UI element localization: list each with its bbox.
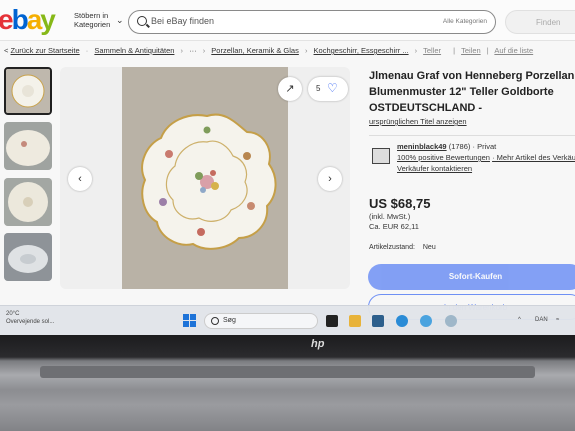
chevron-left-icon: ‹ bbox=[78, 173, 82, 185]
ebay-header: ebay Stöbern in Kategorien ⌄ Bei eBay fi… bbox=[0, 0, 575, 41]
wifi-icon[interactable]: ≈ bbox=[556, 317, 559, 323]
breadcrumb-item[interactable]: Sammeln & Antiquitäten bbox=[94, 46, 174, 55]
browse-categories-line2: Kategorien bbox=[74, 20, 111, 29]
plate-thumbnail-image bbox=[4, 233, 52, 281]
listing-title-line1: Jlmenau Graf von Henneberg Porzellan bbox=[369, 70, 575, 82]
main-image-viewer[interactable]: ‹ › ↗ 5 ♡ bbox=[60, 67, 350, 289]
seller-store-icon bbox=[372, 148, 390, 164]
windows-taskbar: 20°C Overvejende sol... Søg ^ DAN ≈ bbox=[0, 305, 575, 335]
chevron-down-icon[interactable]: ⌄ bbox=[116, 15, 124, 26]
watchlist-link[interactable]: Auf die liste bbox=[494, 46, 533, 55]
search-icon bbox=[137, 16, 147, 26]
share-link[interactable]: Teilen bbox=[461, 46, 481, 55]
browser-icon[interactable] bbox=[420, 315, 432, 327]
breadcrumb-more[interactable]: ··· bbox=[189, 46, 197, 55]
search-input[interactable]: Bei eBay finden bbox=[151, 16, 214, 26]
browse-categories-line1: Stöbern in bbox=[74, 11, 109, 20]
condition-label: Artikelzustand: bbox=[369, 244, 415, 251]
chevron-up-icon[interactable]: ^ bbox=[518, 317, 521, 323]
plate-photo bbox=[122, 67, 288, 289]
laptop-bezel bbox=[0, 335, 575, 431]
seller-type: · Privat bbox=[472, 142, 497, 151]
plate-thumbnail-image bbox=[4, 178, 52, 226]
app-icon[interactable] bbox=[445, 315, 457, 327]
breadcrumb: < Zurück zur Startseite · Sammeln & Anti… bbox=[4, 46, 534, 55]
store-icon[interactable] bbox=[372, 315, 384, 327]
logo-letter-b: b bbox=[11, 4, 29, 35]
search-bar[interactable]: Bei eBay finden Alle Kategorien bbox=[128, 10, 496, 34]
windows-start-icon[interactable] bbox=[183, 314, 197, 328]
file-explorer-icon[interactable] bbox=[349, 315, 361, 327]
search-category-select[interactable]: Alle Kategorien bbox=[443, 18, 487, 25]
search-icon bbox=[211, 317, 219, 325]
condition: Artikelzustand: Neu bbox=[369, 244, 436, 251]
favorite-button[interactable]: 5 ♡ bbox=[308, 77, 348, 101]
vat-note: (inkl. MwSt.) bbox=[369, 212, 411, 221]
plate-thumbnail-image bbox=[6, 69, 50, 113]
buy-now-button[interactable]: Sofort-Kaufen bbox=[368, 264, 575, 290]
expand-icon: ↗ bbox=[285, 83, 295, 95]
plate-image bbox=[122, 67, 288, 289]
breadcrumb-item[interactable]: Kochgeschirr, Essgeschirr ... bbox=[314, 46, 409, 55]
seller-name-link[interactable]: meninblack49 bbox=[397, 142, 447, 151]
condition-value: Neu bbox=[422, 244, 436, 251]
taskbar-search-text: Søg bbox=[223, 317, 236, 324]
breadcrumb-item[interactable]: Porzellan, Keramik & Glas bbox=[211, 46, 299, 55]
thumbnail-2[interactable] bbox=[4, 122, 52, 170]
logo-letter-y: y bbox=[40, 4, 56, 35]
weather-widget[interactable]: 20°C Overvejende sol... bbox=[6, 310, 54, 326]
listing-title-line3: OSTDEUTSCHLAND - bbox=[369, 102, 483, 114]
weather-temp: 20°C bbox=[6, 311, 20, 317]
previous-image-button[interactable]: ‹ bbox=[68, 167, 92, 191]
thumbnail-1[interactable] bbox=[4, 67, 52, 115]
expand-image-button[interactable]: ↗ bbox=[278, 77, 302, 101]
thumbnail-3[interactable] bbox=[4, 178, 52, 226]
back-chevron-icon[interactable]: < bbox=[4, 46, 8, 55]
task-view-icon[interactable] bbox=[326, 315, 338, 327]
breadcrumb-item[interactable]: Teller bbox=[423, 46, 441, 55]
chevron-right-icon: › bbox=[328, 173, 332, 185]
price-eur: Ca. EUR 62,11 bbox=[369, 222, 419, 231]
taskbar-search[interactable]: Søg bbox=[204, 313, 318, 329]
plate-thumbnail-image bbox=[4, 122, 52, 170]
divider bbox=[369, 135, 575, 136]
weather-text: Overvejende sol... bbox=[6, 319, 55, 325]
heart-icon: ♡ bbox=[327, 81, 338, 95]
back-to-home-link[interactable]: Zurück zur Startseite bbox=[10, 46, 79, 55]
hp-logo: hp bbox=[311, 338, 325, 350]
screen: ebay Stöbern in Kategorien ⌄ Bei eBay fi… bbox=[0, 0, 575, 335]
seller-info: meninblack49 (1786) · Privat 100% positi… bbox=[397, 141, 575, 174]
contact-seller-link[interactable]: Verkäufer kontaktieren bbox=[397, 164, 472, 173]
positive-feedback-link[interactable]: 100% positive Bewertungen bbox=[397, 153, 490, 162]
listing-title: Jlmenau Graf von Henneberg Porzellan Blu… bbox=[369, 68, 575, 116]
laptop-hinge bbox=[40, 366, 535, 378]
original-title-link[interactable]: ursprünglichen Titel anzeigen bbox=[369, 117, 467, 126]
logo-letter-e: e bbox=[0, 4, 14, 35]
language-indicator[interactable]: DAN bbox=[535, 317, 548, 323]
browse-categories-button[interactable]: Stöbern in Kategorien bbox=[74, 11, 110, 29]
thumbnail-4[interactable] bbox=[4, 233, 52, 281]
price: US $68,75 bbox=[369, 196, 431, 211]
find-button[interactable]: Finden bbox=[505, 10, 575, 34]
ebay-logo[interactable]: ebay bbox=[0, 4, 56, 36]
logo-letter-a: a bbox=[26, 4, 43, 35]
edge-icon[interactable] bbox=[396, 315, 408, 327]
favorite-count: 5 bbox=[316, 84, 321, 93]
seller-score: (1786) bbox=[448, 142, 471, 151]
next-image-button[interactable]: › bbox=[318, 167, 342, 191]
listing-title-line2: Blumenmuster 12" Teller Goldborte bbox=[369, 86, 554, 98]
more-items-link[interactable]: · Mehr Artikel des Verkäufers bbox=[492, 153, 575, 162]
